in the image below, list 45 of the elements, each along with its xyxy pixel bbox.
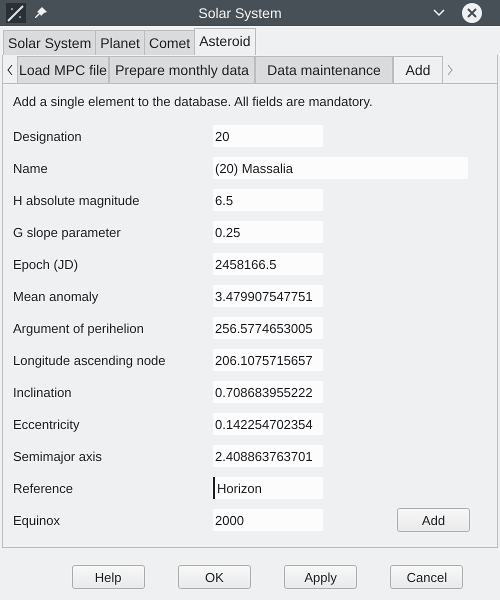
tab[interactable]: Add — [393, 56, 443, 83]
dialog-button[interactable]: Apply — [284, 565, 358, 589]
field-label: Reference — [13, 480, 74, 496]
field-label: Equinox — [13, 512, 61, 528]
input-field[interactable]: 0.708683955222 — [213, 381, 323, 403]
description-text: Add a single element to the database. All fields are mandatory. — [13, 94, 374, 109]
field-label: H absolute magnitude — [13, 192, 140, 208]
dialog-button[interactable]: Cancel — [390, 565, 464, 589]
tab[interactable]: Prepare monthly data — [109, 56, 255, 83]
field-label: Name — [13, 160, 49, 176]
pin-icon[interactable] — [34, 6, 48, 20]
input-field[interactable]: 3.479907547751 — [213, 285, 323, 307]
input-field[interactable]: 2458166.5 — [213, 253, 323, 275]
field-label: Eccentricity — [13, 416, 80, 432]
input-field[interactable]: Horizon — [213, 477, 323, 499]
dialog-button[interactable]: Help — [72, 565, 145, 589]
tab[interactable]: Planet — [95, 30, 145, 55]
input-field[interactable]: 0.142254702354 — [213, 413, 323, 435]
input-field[interactable]: 6.5 — [213, 189, 323, 211]
input-field[interactable]: 206.1075715657 — [213, 349, 323, 371]
close-icon[interactable] — [462, 3, 482, 23]
input-field[interactable]: 256.5774653005 — [213, 317, 323, 339]
field-label: Argument of perihelion — [13, 320, 145, 336]
field-label: Mean anomaly — [13, 288, 100, 304]
tab[interactable]: Asteroid — [194, 28, 256, 55]
field-label: Epoch (JD) — [13, 256, 80, 272]
field-label: Inclination — [13, 384, 73, 400]
chevron-down-icon[interactable] — [432, 8, 446, 18]
app-icon — [6, 3, 26, 23]
input-field[interactable]: 20 — [213, 125, 323, 147]
window-title: Solar System — [197, 5, 283, 21]
input-field[interactable]: (20) Massalia — [213, 157, 468, 179]
tab[interactable]: Solar System — [3, 30, 96, 55]
field-label: Longitude ascending node — [13, 352, 167, 368]
tab[interactable]: Load MPC file — [17, 56, 109, 83]
input-field[interactable]: 0.25 — [213, 221, 323, 243]
input-field[interactable]: 2000 — [213, 509, 323, 531]
add-button[interactable]: Add — [397, 508, 470, 532]
field-label: Designation — [13, 128, 83, 144]
tab[interactable]: Comet — [144, 30, 196, 55]
dialog-button[interactable]: OK — [178, 565, 251, 589]
input-field[interactable]: 2.408863763701 — [213, 445, 323, 467]
field-label: Semimajor axis — [13, 448, 103, 464]
field-label: G slope parameter — [13, 224, 122, 240]
tab[interactable]: Data maintenance — [255, 56, 393, 83]
